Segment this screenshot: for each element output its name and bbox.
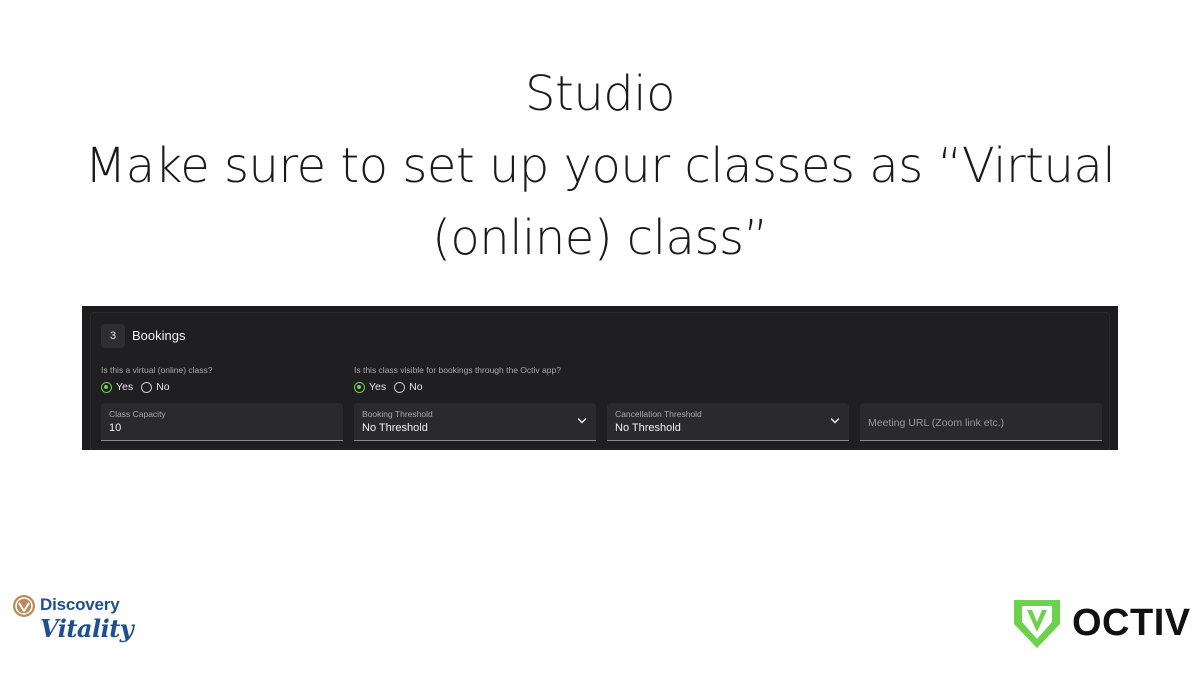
visible-yes-radio[interactable]: Yes: [354, 381, 386, 393]
discovery-wordmark: Discovery: [40, 595, 120, 614]
radio-unchecked-icon: [394, 381, 406, 393]
virtual-class-question-label: Is this a virtual (online) class?: [101, 365, 213, 375]
booking-threshold-value: No Threshold: [362, 422, 428, 434]
radio-checked-icon: [101, 381, 112, 393]
visible-no-radio[interactable]: No: [394, 381, 423, 393]
virtual-yes-label: Yes: [116, 381, 134, 393]
bookings-section-card: 3 Bookings Is this a virtual (online) cl…: [90, 312, 1110, 450]
booking-threshold-select[interactable]: Booking Threshold No Threshold: [354, 403, 596, 441]
title-line-3: (online) class”: [432, 210, 768, 266]
slide-title: Studio Make sure to set up your classes …: [60, 58, 1140, 274]
cancellation-threshold-label: Cancellation Threshold: [615, 409, 702, 419]
virtual-class-radio-group: Yes No: [101, 381, 213, 393]
visible-bookings-radio-group: Yes No: [354, 381, 561, 393]
vitality-wordmark: Vitality: [40, 614, 134, 643]
octiv-wordmark: OCTIV: [1072, 602, 1191, 644]
bookings-screenshot: 3 Bookings Is this a virtual (online) cl…: [82, 306, 1118, 450]
discovery-vitality-logo: Discovery Vitality: [12, 592, 142, 660]
virtual-no-label: No: [156, 381, 170, 393]
meeting-url-placeholder: Meeting URL (Zoom link etc.): [868, 417, 1005, 429]
visible-bookings-question-label: Is this class visible for bookings throu…: [354, 365, 561, 375]
virtual-yes-radio[interactable]: Yes: [101, 381, 133, 393]
radio-checked-icon: [354, 381, 365, 393]
visible-yes-label: Yes: [369, 381, 387, 393]
visible-bookings-question: Is this class visible for bookings throu…: [354, 365, 561, 393]
virtual-class-question: Is this a virtual (online) class? Yes No: [101, 365, 213, 393]
class-capacity-field[interactable]: Class Capacity 10: [101, 403, 343, 441]
section-title: Bookings: [132, 328, 186, 343]
meeting-url-input[interactable]: Meeting URL (Zoom link etc.): [860, 403, 1102, 441]
discovery-emblem-icon: [13, 595, 35, 617]
visible-no-label: No: [409, 381, 423, 393]
virtual-no-radio[interactable]: No: [141, 381, 170, 393]
title-line-1: Studio: [525, 66, 675, 122]
chevron-down-icon: [577, 418, 587, 424]
cancellation-threshold-value: No Threshold: [615, 422, 681, 434]
title-line-2: Make sure to set up your classes as “Vir…: [84, 138, 1116, 194]
booking-threshold-label: Booking Threshold: [362, 409, 433, 419]
step-number-badge: 3: [101, 324, 125, 348]
octiv-logo: OCTIV: [1008, 594, 1192, 652]
cancellation-threshold-select[interactable]: Cancellation Threshold No Threshold: [607, 403, 849, 441]
class-capacity-label: Class Capacity: [109, 409, 166, 419]
class-capacity-value: 10: [109, 422, 122, 434]
radio-unchecked-icon: [141, 381, 153, 393]
octiv-emblem-icon: [1014, 600, 1060, 648]
slide: Studio Make sure to set up your classes …: [0, 0, 1200, 675]
chevron-down-icon: [830, 418, 840, 424]
